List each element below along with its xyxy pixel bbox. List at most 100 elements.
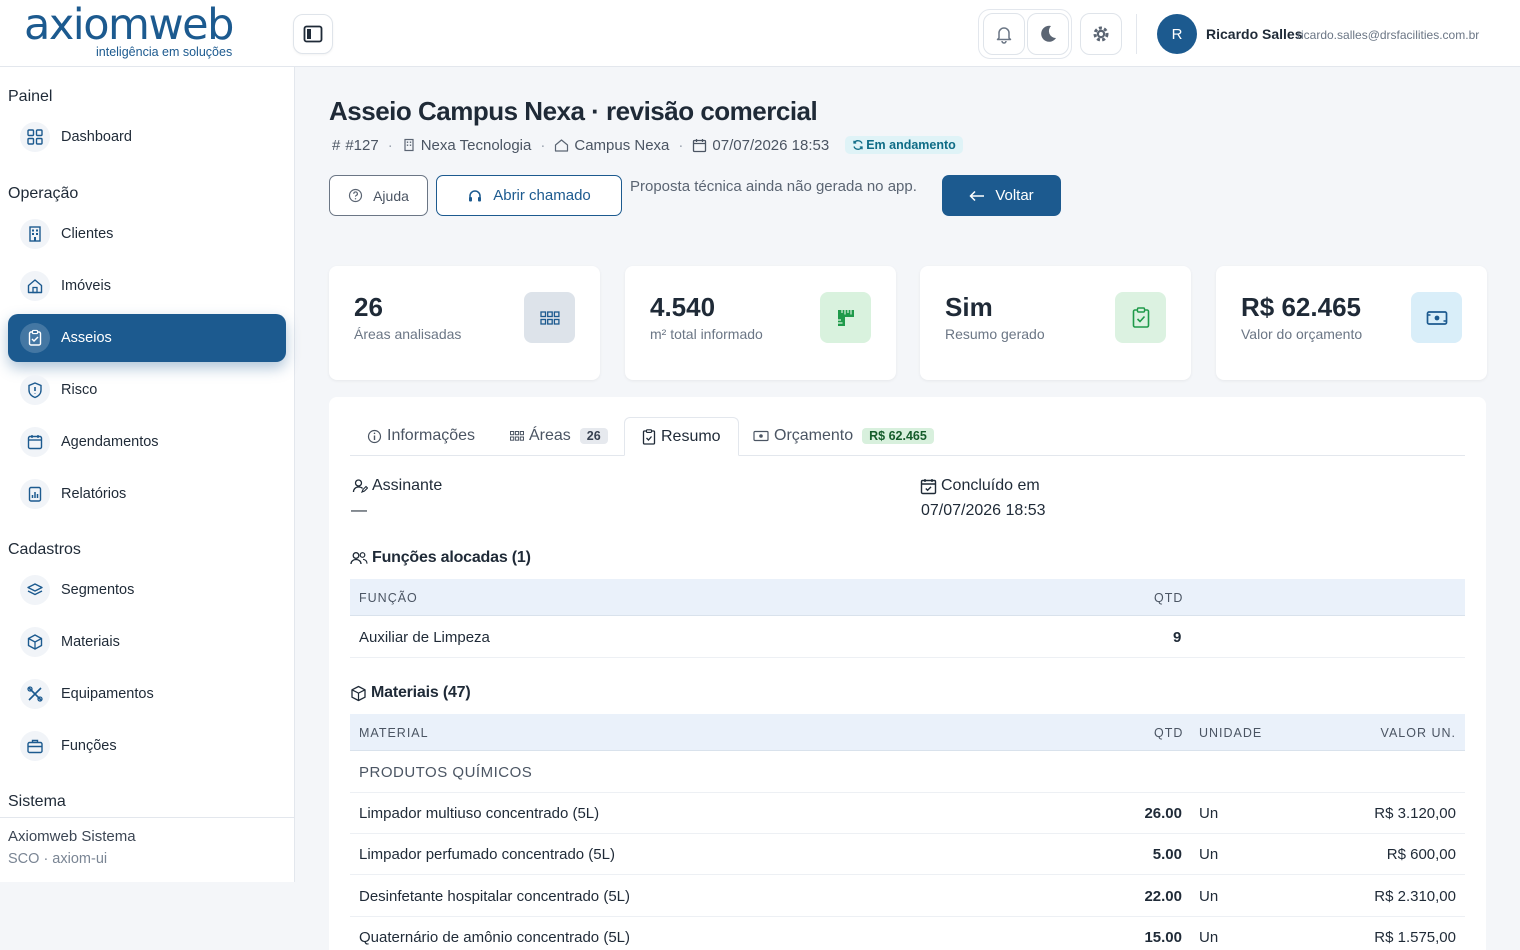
brand-tagline: inteligência em soluções (96, 45, 233, 59)
sidebar: Painel Dashboard Operação Clientes Imóve… (0, 67, 295, 882)
material-price: R$ 2.310,00 (1374, 888, 1456, 905)
material-unit: Un (1199, 846, 1219, 863)
tab-label: Orçamento (774, 427, 854, 444)
home-icon (555, 139, 569, 152)
roles-table-header: FUNÇÃO QTD (350, 579, 1465, 616)
meta-client: Nexa Tecnologia (402, 137, 531, 154)
sidebar-toggle-button[interactable] (293, 14, 333, 54)
table-row[interactable]: Desinfetante hospitalar concentrado (5L)… (350, 876, 1465, 917)
report-icon (20, 479, 50, 509)
material-qty: 15.00 (1144, 929, 1182, 946)
materials-section-title: Materiais (47) (350, 684, 471, 702)
stat-card-budget: R$ 62.465 Valor do orçamento (1216, 266, 1487, 380)
signer-value: — (351, 502, 367, 519)
stat-label: m² total informado (650, 326, 763, 342)
building-icon (404, 138, 414, 152)
group-name: PRODUTOS QUÍMICOS (359, 764, 533, 781)
material-name: Limpador multiuso concentrado (5L) (359, 805, 600, 822)
material-qty: 5.00 (1152, 846, 1182, 863)
back-button[interactable]: Voltar (942, 175, 1061, 216)
help-circle-icon (348, 188, 363, 203)
sidebar-item-equipamentos[interactable]: Equipamentos (8, 670, 286, 718)
bell-icon (996, 27, 1012, 44)
detail-panel: Informações Áreas 26 Resumo Orçamento R$… (329, 397, 1486, 950)
clipboard-check-icon (20, 323, 50, 353)
ruler-icon (820, 292, 871, 343)
sidebar-item-label: Funções (61, 738, 117, 754)
sidebar-section-operacao: Operação (8, 185, 79, 202)
sidebar-item-label: Segmentos (61, 582, 135, 598)
open-ticket-label: Abrir chamado (493, 187, 591, 204)
user-name[interactable]: Ricardo Salles (1206, 26, 1303, 42)
sidebar-item-label: Materiais (61, 634, 120, 650)
calendar-icon (693, 138, 707, 152)
stat-card-areas: 26 Áreas analisadas (329, 266, 600, 380)
sidebar-item-clientes[interactable]: Clientes (8, 210, 286, 258)
tab-informacoes[interactable]: Informações (367, 417, 475, 455)
materials-title-text: Materiais (47) (371, 684, 471, 701)
material-unit: Un (1199, 805, 1219, 822)
sidebar-item-relatorios[interactable]: Relatórios (8, 470, 286, 518)
tools-icon (20, 679, 50, 709)
sidebar-item-label: Equipamentos (61, 686, 154, 702)
tab-areas[interactable]: Áreas 26 (510, 417, 608, 455)
grid-small-icon (510, 431, 524, 441)
open-ticket-button[interactable]: Abrir chamado (436, 175, 622, 216)
material-unit: Un (1199, 888, 1219, 905)
refresh-icon (853, 140, 863, 150)
roles-title-text: Funções alocadas (1) (372, 549, 531, 566)
topbar-divider (1136, 14, 1137, 54)
clipboard-check-icon (1115, 292, 1166, 343)
status-badge: Em andamento (845, 136, 963, 154)
material-unit: Un (1199, 929, 1219, 946)
stat-value: Sim (945, 292, 993, 322)
gear-icon (1093, 26, 1109, 42)
stat-label: Resumo gerado (945, 326, 1045, 342)
material-price: R$ 600,00 (1386, 846, 1456, 863)
table-row[interactable]: Quaternário de amônio concentrado (5L) 1… (350, 917, 1465, 950)
sidebar-item-agendamentos[interactable]: Agendamentos (8, 418, 286, 466)
sidebar-item-segmentos[interactable]: Segmentos (8, 566, 286, 614)
meta-separator: · (387, 136, 393, 154)
tab-resumo[interactable]: Resumo (624, 417, 739, 456)
meta-separator: · (678, 136, 684, 154)
tab-orcamento[interactable]: Orçamento R$ 62.465 (753, 417, 934, 455)
brand-logo[interactable]: axiomweb inteligência em soluções (24, 4, 254, 64)
table-row[interactable]: Limpador perfumado concentrado (5L) 5.00… (350, 834, 1465, 875)
sidebar-item-imoveis[interactable]: Imóveis (8, 262, 286, 310)
settings-button[interactable] (1080, 13, 1122, 55)
sidebar-item-funcoes[interactable]: Funções (8, 722, 286, 770)
tab-label: Áreas (529, 427, 571, 444)
col-header-material: MATERIAL (359, 726, 429, 740)
info-icon (367, 429, 382, 443)
table-row[interactable]: Limpador multiuso concentrado (5L) 26.00… (350, 793, 1465, 834)
col-header-price: VALOR UN. (1380, 726, 1456, 740)
sidebar-item-risco[interactable]: Risco (8, 366, 286, 414)
sidebar-item-materiais[interactable]: Materiais (8, 618, 286, 666)
completed-label-text: Concluído em (941, 477, 1040, 494)
layers-icon (20, 575, 50, 605)
page-meta: # #127 · Nexa Tecnologia · Campus Nexa · … (332, 136, 963, 154)
system-sub: SCO · axiom-ui (8, 851, 108, 867)
stat-label: Valor do orçamento (1241, 326, 1363, 342)
stat-label: Áreas analisadas (354, 326, 462, 342)
clipboard-check-icon (642, 428, 656, 445)
grid-icon (20, 122, 50, 152)
theme-toggle-button[interactable] (1027, 13, 1069, 55)
signer-label: Assinante (352, 477, 442, 495)
stat-value: 4.540 (650, 292, 716, 322)
table-group-row: PRODUTOS QUÍMICOS (350, 752, 1465, 793)
cash-icon (1411, 292, 1462, 343)
sidebar-item-dashboard[interactable]: Dashboard (8, 113, 286, 161)
page-title: Asseio Campus Nexa · revisão comercial (329, 96, 818, 126)
notifications-button[interactable] (983, 13, 1025, 55)
sidebar-item-asseios[interactable]: Asseios (8, 314, 286, 362)
meta-separator: · (540, 136, 546, 154)
avatar[interactable]: R (1157, 14, 1197, 54)
meta-id-value: #127 (345, 136, 379, 154)
meta-id: # #127 (332, 137, 379, 154)
help-button[interactable]: Ajuda (329, 175, 428, 216)
signer-label-text: Assinante (372, 477, 443, 494)
users-icon (350, 551, 368, 564)
table-row[interactable]: Auxiliar de Limpeza 9 (350, 617, 1465, 658)
